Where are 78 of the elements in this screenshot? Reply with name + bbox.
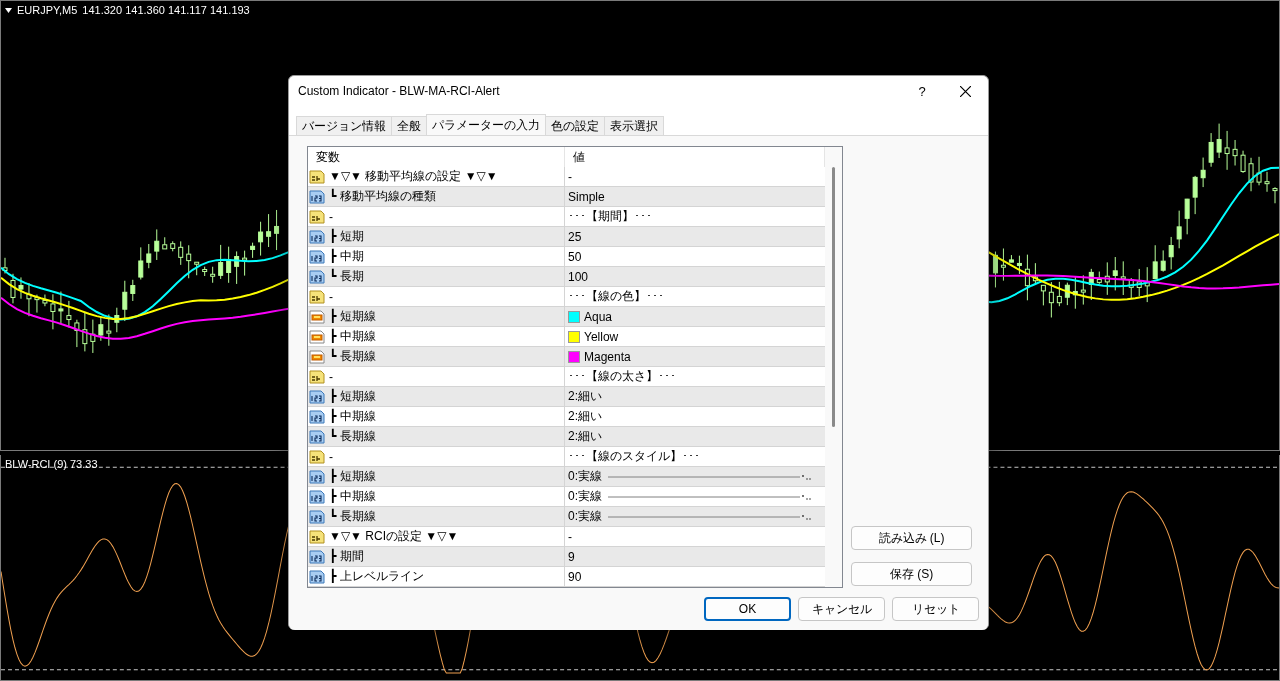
parameter-name: - xyxy=(329,209,333,224)
parameter-name: ┣ 中期線 xyxy=(329,408,376,425)
dialog-button[interactable]: キャンセル xyxy=(798,597,885,621)
parameter-name: ┣ 短期線 xyxy=(329,388,376,405)
scrollbar[interactable] xyxy=(825,147,842,587)
side-button[interactable]: 読み込み (L) xyxy=(851,526,972,550)
number-type-icon xyxy=(309,268,325,285)
parameter-name: ┣ 短期線 xyxy=(329,468,376,485)
window-title: Custom Indicator - BLW-MA-RCI-Alert xyxy=(298,84,501,98)
value-text: 2:細い xyxy=(568,408,602,425)
value-text: 50 xyxy=(568,249,582,264)
parameter-name: ┣ 中期線 xyxy=(329,328,376,345)
parameter-name: ┣ 中期線 xyxy=(329,488,376,505)
value-text: 0:実線 xyxy=(568,508,602,525)
parameter-name: ┣ 上レベルライン xyxy=(329,568,424,585)
parameter-name: - xyxy=(329,369,333,384)
number-type-icon xyxy=(309,508,325,525)
tab[interactable]: バージョン情報 xyxy=(296,116,392,135)
number-type-icon xyxy=(309,428,325,445)
value-text: 0:実線 xyxy=(568,488,602,505)
number-type-icon xyxy=(309,248,325,265)
value-text: - xyxy=(568,169,572,184)
value-text: 2:細い xyxy=(568,388,602,405)
parameter-name: - xyxy=(329,449,333,464)
number-type-icon xyxy=(309,568,325,585)
number-type-icon xyxy=(309,228,325,245)
value-text: ･･･【線の太さ】･･･ xyxy=(568,368,676,385)
dialog-button[interactable]: リセット xyxy=(892,597,979,621)
string-type-icon xyxy=(309,288,325,305)
string-type-icon xyxy=(309,528,325,545)
parameter-name: ┗ 長期線 xyxy=(329,508,376,525)
value-text: ･･･【線の色】･･･ xyxy=(568,288,664,305)
value-text: Yellow xyxy=(584,329,619,344)
value-text: Simple xyxy=(568,189,605,204)
parameter-name: ▼▽▼ RCIの設定 ▼▽▼ xyxy=(329,528,459,545)
number-type-icon xyxy=(309,468,325,485)
dropdown-triangle-icon[interactable] xyxy=(5,7,12,13)
string-type-icon xyxy=(309,208,325,225)
parameter-name: ┗ 移動平均線の種類 xyxy=(329,188,436,205)
value-text: ･･･【期間】･･･ xyxy=(568,208,652,225)
value-text: 25 xyxy=(568,229,582,244)
parameter-name: ┗ 長期線 xyxy=(329,348,376,365)
value-text: 9 xyxy=(568,549,575,564)
string-type-icon xyxy=(309,368,325,385)
number-type-icon xyxy=(309,488,325,505)
parameter-name: - xyxy=(329,289,333,304)
tab[interactable]: 表示選択 xyxy=(604,116,664,135)
parameter-name: ┗ 長期線 xyxy=(329,428,376,445)
number-type-icon xyxy=(309,408,325,425)
symbol-label: EURJPY,M5 xyxy=(17,4,78,16)
value-text: 90 xyxy=(568,569,582,584)
number-type-icon xyxy=(309,388,325,405)
dialog-button[interactable]: OK xyxy=(704,597,791,621)
price-values: 141.320 141.360 141.117 141.193 xyxy=(82,4,250,16)
number-type-icon xyxy=(309,188,325,205)
parameter-name: ▼▽▼ 移動平均線の設定 ▼▽▼ xyxy=(329,168,498,185)
close-icon xyxy=(959,85,971,97)
parameter-name: ┣ 期間 xyxy=(329,548,364,565)
parameter-name: ┣ 短期 xyxy=(329,228,364,245)
tab[interactable]: 色の設定 xyxy=(545,116,605,135)
value-text: ･･･【線のスタイル】･･･ xyxy=(568,448,700,465)
side-button[interactable]: 保存 (S) xyxy=(851,562,972,586)
value-text: - xyxy=(568,529,572,544)
value-text: Magenta xyxy=(584,349,631,364)
value-text: 2:細い xyxy=(568,428,602,445)
value-text: 100 xyxy=(568,269,589,284)
indicator-label: BLW-RCI (9) 73.33 xyxy=(5,458,98,470)
string-type-icon xyxy=(309,168,325,185)
parameter-name: ┣ 中期 xyxy=(329,248,364,265)
parameter-name: ┣ 短期線 xyxy=(329,308,376,325)
tab[interactable]: 全般 xyxy=(391,116,427,135)
parameter-name: ┗ 長期 xyxy=(329,268,364,285)
string-type-icon xyxy=(309,448,325,465)
value-text: Aqua xyxy=(584,309,613,324)
tab[interactable]: パラメーターの入力 xyxy=(426,114,546,135)
help-button[interactable]: ? xyxy=(902,76,942,106)
value-text: 0:実線 xyxy=(568,468,602,485)
number-type-icon xyxy=(309,548,325,565)
